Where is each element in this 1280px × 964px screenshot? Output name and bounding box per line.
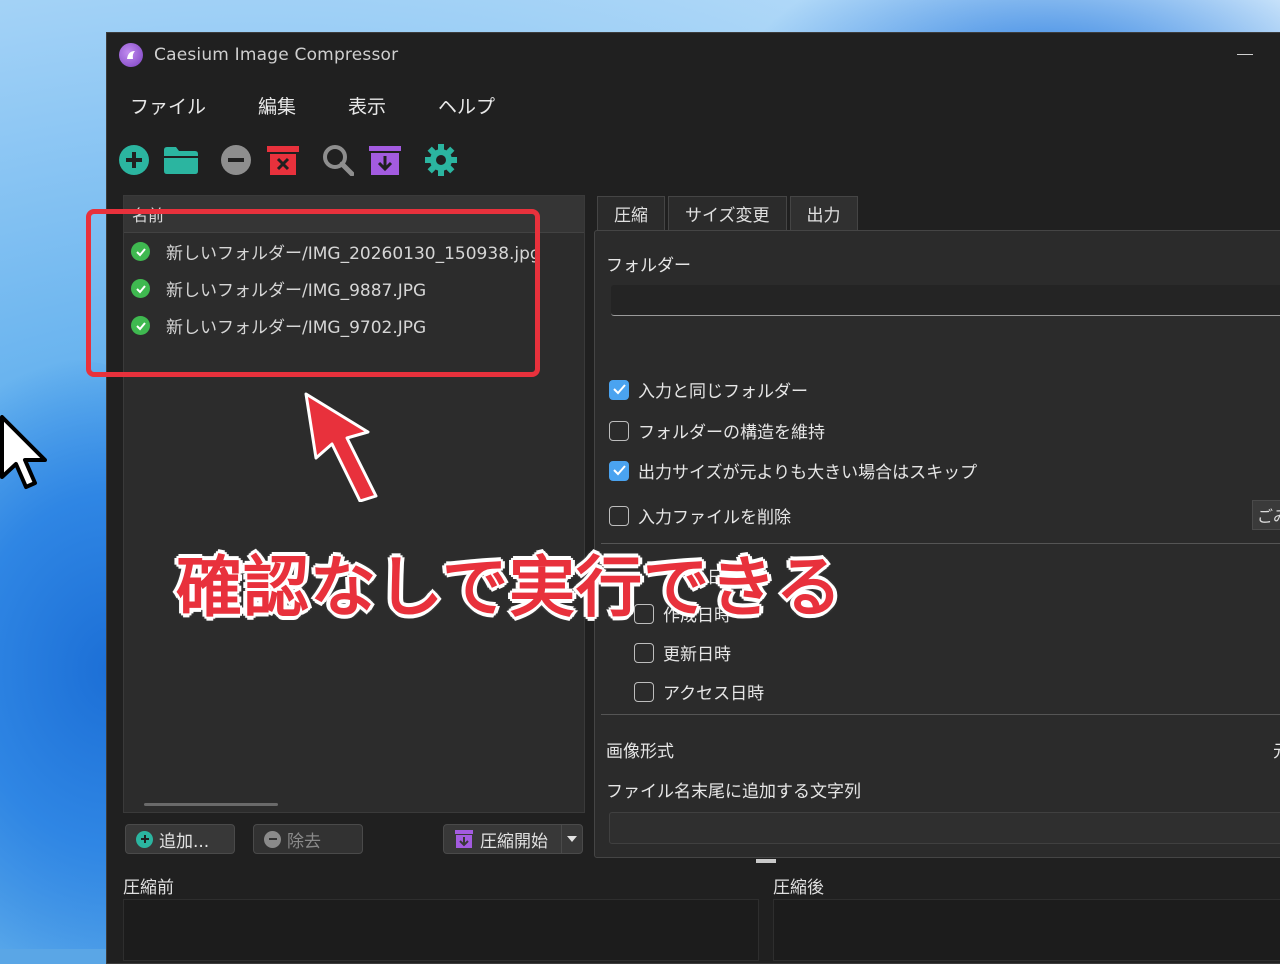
mouse-cursor-icon [0, 415, 47, 489]
add-button[interactable]: 追加... [125, 824, 235, 854]
splitter-handle[interactable] [756, 859, 776, 863]
compress-dropdown-icon[interactable] [561, 825, 582, 853]
window-title: Caesium Image Compressor [154, 45, 399, 65]
gear-icon [425, 144, 457, 176]
accessed-date-label: アクセス日時 [663, 684, 765, 704]
trash-option-button[interactable]: ごみ [1252, 500, 1280, 530]
annotation-arrow-icon [304, 392, 378, 502]
app-window: Caesium Image Compressor ファイル 編集 表示 ヘルプ [106, 32, 1280, 964]
horizontal-scrollbar[interactable] [144, 803, 278, 806]
add-circle-icon [119, 145, 149, 175]
remove-button[interactable]: 除去 [253, 824, 363, 854]
accessed-date-option[interactable]: アクセス日時 [634, 679, 764, 704]
compress-icon [455, 830, 473, 848]
app-logo-icon [119, 43, 143, 67]
menu-help[interactable]: ヘルプ [438, 92, 495, 119]
minimize-button[interactable] [1237, 45, 1253, 61]
search-icon [323, 145, 354, 176]
export-download-icon [369, 146, 401, 175]
skip-larger-label: 出力サイズが元よりも大きい場合はスキップ [638, 463, 978, 483]
compress-start-label: 圧縮開始 [480, 831, 548, 852]
modified-date-option[interactable]: 更新日時 [634, 640, 731, 665]
settings-button[interactable] [423, 143, 459, 177]
highlight-box [86, 209, 540, 377]
remove-circle-icon [221, 145, 251, 175]
tab-resize[interactable]: サイズ変更 [668, 196, 787, 230]
menu-bar: ファイル 編集 表示 ヘルプ [107, 83, 524, 127]
add-circle-icon [136, 830, 153, 848]
suffix-label: ファイル名末尾に追加する文字列 [606, 782, 861, 802]
settings-tabs: 圧縮 サイズ変更 出力 [597, 196, 861, 230]
menu-file[interactable]: ファイル [130, 92, 206, 119]
delete-input-option[interactable]: 入力ファイルを削除 [609, 503, 791, 528]
remove-files-button[interactable] [219, 143, 253, 177]
folder-icon [164, 147, 198, 174]
same-folder-option[interactable]: 入力と同じフォルダー [609, 377, 808, 402]
checkbox-icon[interactable] [634, 681, 654, 702]
suffix-input[interactable] [609, 812, 1280, 844]
image-format-label: 画像形式 [606, 742, 674, 762]
clear-list-button[interactable] [265, 143, 301, 177]
same-folder-label: 入力と同じフォルダー [638, 382, 808, 402]
tab-output[interactable]: 出力 [789, 196, 858, 230]
add-button-label: 追加... [159, 831, 210, 852]
menu-edit[interactable]: 編集 [258, 92, 296, 119]
export-button[interactable] [367, 143, 403, 177]
modified-date-label: 更新日時 [663, 645, 731, 665]
skip-larger-option[interactable]: 出力サイズが元よりも大きい場合はスキップ [609, 458, 977, 483]
clear-trash-icon [267, 146, 299, 175]
checkbox-checked-icon[interactable] [609, 460, 629, 481]
checkbox-icon[interactable] [609, 420, 629, 441]
preview-after-label: 圧縮後 [773, 878, 824, 898]
keep-structure-label: フォルダーの構造を維持 [638, 423, 825, 443]
add-folder-button[interactable] [163, 143, 199, 177]
title-bar[interactable]: Caesium Image Compressor [107, 33, 1280, 77]
checkbox-checked-icon[interactable] [609, 379, 629, 400]
list-actions: 追加... 除去 圧縮開始 [125, 824, 585, 856]
divider [601, 714, 1280, 715]
remove-button-label: 除去 [287, 831, 321, 852]
annotation-caption: 確認なしで実行できる [176, 549, 843, 626]
compress-start-button[interactable]: 圧縮開始 [443, 824, 583, 854]
folder-label: フォルダー [606, 256, 691, 276]
output-folder-input[interactable] [611, 285, 1280, 316]
menu-view[interactable]: 表示 [348, 92, 386, 119]
preview-after-pane [773, 899, 1280, 961]
checkbox-icon[interactable] [634, 642, 654, 663]
toolbar [107, 137, 1280, 183]
delete-input-label: 入力ファイルを削除 [638, 508, 791, 528]
checkbox-icon[interactable] [609, 505, 629, 526]
tab-compression[interactable]: 圧縮 [597, 196, 665, 230]
add-files-button[interactable] [117, 143, 151, 177]
preview-before-pane [123, 899, 759, 961]
search-button[interactable] [321, 143, 355, 177]
keep-structure-option[interactable]: フォルダーの構造を維持 [609, 418, 825, 443]
remove-circle-icon [264, 830, 281, 848]
preview-before-label: 圧縮前 [123, 878, 174, 898]
image-format-select[interactable]: 元 [1273, 737, 1280, 762]
